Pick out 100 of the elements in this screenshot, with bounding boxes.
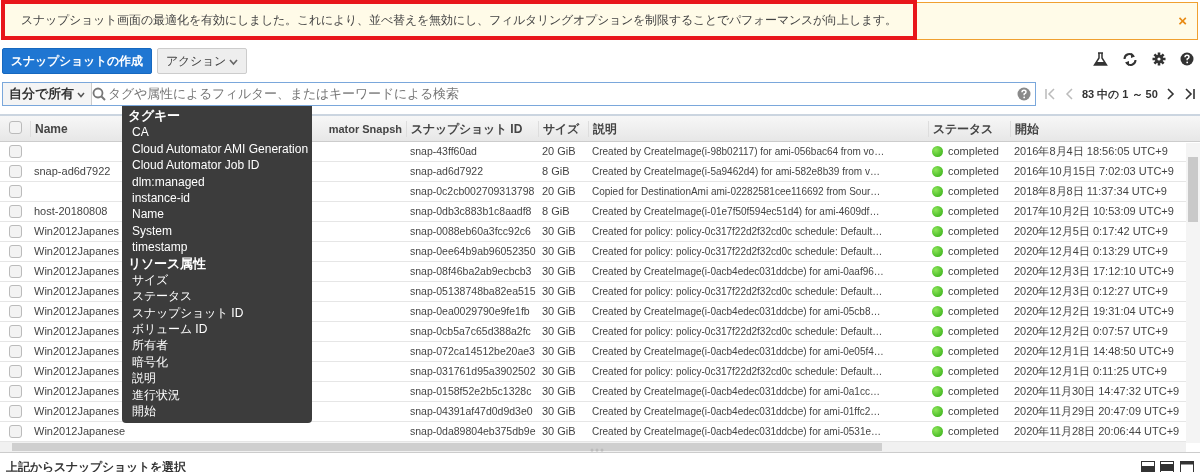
column-header[interactable]: サイズ: [543, 121, 579, 136]
previous-page-icon[interactable]: [1064, 88, 1074, 100]
table-cell: Created by CreateImage(i-0acb4edec031ddcbe) for ami-01ffc2…: [592, 406, 881, 417]
table-cell: Win2012Japanes: [34, 325, 119, 338]
menu-item[interactable]: instance-id: [122, 189, 312, 207]
status-text: completed: [948, 384, 999, 400]
menu-item[interactable]: スナップショット ID: [122, 304, 312, 322]
resize-handle-icon[interactable]: [590, 448, 604, 452]
column-header[interactable]: Name: [35, 121, 68, 136]
vertical-scrollbar[interactable]: [1186, 143, 1200, 443]
menu-item[interactable]: 進行状況: [122, 386, 312, 404]
row-checkbox[interactable]: [8, 305, 22, 318]
table-cell: 2020年11月28日 20:06:44 UTC+9: [1014, 425, 1180, 438]
menu-item[interactable]: 所有者: [122, 337, 312, 354]
table-cell: 30 GiB: [542, 225, 576, 238]
last-page-icon[interactable]: [1183, 88, 1196, 100]
table-cell: 2020年11月29日 20:47:09 UTC+9: [1014, 405, 1180, 418]
table-cell: Created by CreateImage(i-98b02117) for ami-056bac64 from vo…: [592, 146, 885, 157]
row-checkbox[interactable]: [8, 245, 22, 258]
table-cell: Created by CreateImage(i-0acb4edec031ddcbe) for ami-0aaf96…: [592, 266, 884, 277]
status-icon: [932, 406, 943, 417]
column-header[interactable]: 説明: [593, 121, 617, 136]
menu-item[interactable]: timestamp: [122, 239, 312, 256]
layout-bottom-icon[interactable]: [1140, 461, 1155, 472]
row-checkbox[interactable]: [8, 145, 22, 158]
table-cell: 30 GiB: [542, 265, 576, 278]
actions-button[interactable]: アクション: [157, 48, 248, 74]
scope-dropdown[interactable]: 自分で所有: [3, 83, 93, 105]
table-cell: 2020年12月5日 0:17:42 UTC+9: [1014, 225, 1168, 238]
row-checkbox[interactable]: [8, 205, 22, 218]
column-header[interactable]: ステータス: [933, 120, 993, 137]
first-page-icon[interactable]: [1044, 88, 1056, 100]
row-checkbox[interactable]: [8, 345, 22, 358]
table-cell: 30 GiB: [542, 305, 576, 318]
row-checkbox[interactable]: [8, 385, 22, 398]
select-all-checkbox[interactable]: [8, 120, 22, 134]
table-cell: Win2012Japanes: [34, 345, 119, 358]
table-cell: Win2012Japanes: [34, 225, 119, 238]
status-text: completed: [948, 424, 999, 440]
column-header[interactable]: mator Snapsh: [328, 122, 402, 135]
filter-field[interactable]: 自分で所有 タグや属性によるフィルター、またはキーワードによる検索: [2, 82, 1036, 106]
status-icon: [932, 366, 943, 377]
menu-item[interactable]: dlm:managed: [122, 173, 312, 190]
settings-icon[interactable]: [1152, 52, 1166, 66]
menu-item[interactable]: ステータス: [122, 288, 312, 305]
table-cell: snap-0ea0029790e9fe1fb: [410, 304, 530, 317]
menu-item[interactable]: System: [122, 222, 312, 240]
menu-item[interactable]: サイズ: [122, 271, 312, 289]
status-icon: [932, 146, 943, 157]
help-icon: [1017, 87, 1031, 101]
menu-item[interactable]: 開始: [122, 403, 312, 420]
menu-item[interactable]: CA: [122, 124, 312, 141]
column-header[interactable]: 開始: [1015, 121, 1039, 136]
table-cell: Created by CreateImage(i-0acb4edec031ddcbe) for ami-0a1cc…: [592, 386, 880, 397]
menu-section-header: リソース属性: [127, 255, 207, 272]
table-cell: Created by CreateImage(i-0acb4edec031ddcbe) for ami-05cb8…: [592, 306, 881, 317]
table-cell: 2016年10月15日 7:02:03 UTC+9: [1014, 165, 1174, 178]
table-cell: 2020年12月3日 0:12:27 UTC+9: [1014, 285, 1168, 298]
row-checkbox[interactable]: [8, 185, 22, 198]
status-icon: [932, 226, 943, 237]
table-cell: snap-04391af47d0d9d3e0: [410, 404, 533, 417]
page-summary: 83 中の 1 ～ 50: [1082, 86, 1158, 102]
status-icon: [932, 246, 943, 257]
row-checkbox[interactable]: [8, 165, 22, 178]
status-text: completed: [948, 304, 999, 320]
menu-item[interactable]: 説明: [122, 370, 312, 387]
menu-item[interactable]: Name: [122, 206, 312, 223]
row-checkbox[interactable]: [8, 425, 22, 438]
row-checkbox[interactable]: [8, 405, 22, 418]
status-icon: [932, 346, 943, 357]
help-icon[interactable]: [1180, 52, 1194, 66]
refresh-icon[interactable]: [1122, 52, 1138, 67]
table-cell: Created by CreateImage(i-01e7f50f594ec51d4) for ami-4609df…: [592, 206, 880, 217]
horizontal-scrollbar[interactable]: [0, 442, 1186, 452]
row-checkbox[interactable]: [8, 365, 22, 378]
table-cell: snap-ad6d7922: [410, 164, 483, 177]
row-checkbox[interactable]: [8, 225, 22, 238]
status-icon: [932, 206, 943, 217]
layout-split-icon[interactable]: [1160, 461, 1175, 472]
search-icon: [92, 87, 107, 101]
table-cell: snap-0cb5a7c65d388a2fc: [410, 324, 531, 337]
table-cell: 2016年8月4日 18:56:05 UTC+9: [1014, 145, 1168, 158]
flask-icon[interactable]: [1093, 52, 1108, 66]
row-checkbox[interactable]: [8, 265, 22, 278]
menu-item[interactable]: 暗号化: [122, 353, 312, 371]
create-snapshot-button[interactable]: スナップショットの作成: [2, 48, 152, 74]
table-cell: 2020年12月3日 17:12:10 UTC+9: [1014, 265, 1174, 278]
menu-item[interactable]: Cloud Automator AMI Generation: [122, 140, 312, 158]
menu-item[interactable]: ボリューム ID: [122, 321, 312, 338]
table-cell: Created for policy: policy-0c317f22d2f32cd0c schedule: Default…: [592, 226, 883, 237]
table-cell: 20 GiB: [542, 145, 576, 158]
column-header[interactable]: スナップショット ID: [411, 121, 523, 136]
table-cell: 30 GiB: [542, 425, 576, 438]
row-checkbox[interactable]: [8, 325, 22, 338]
layout-top-icon[interactable]: [1180, 461, 1194, 472]
status-icon: [932, 306, 943, 317]
table-cell: Copied for DestinationAmi ami-02282581cee116692 from Sour…: [592, 186, 881, 197]
menu-item[interactable]: Cloud Automator Job ID: [122, 157, 312, 174]
next-page-icon[interactable]: [1165, 88, 1176, 100]
row-checkbox[interactable]: [8, 285, 22, 298]
